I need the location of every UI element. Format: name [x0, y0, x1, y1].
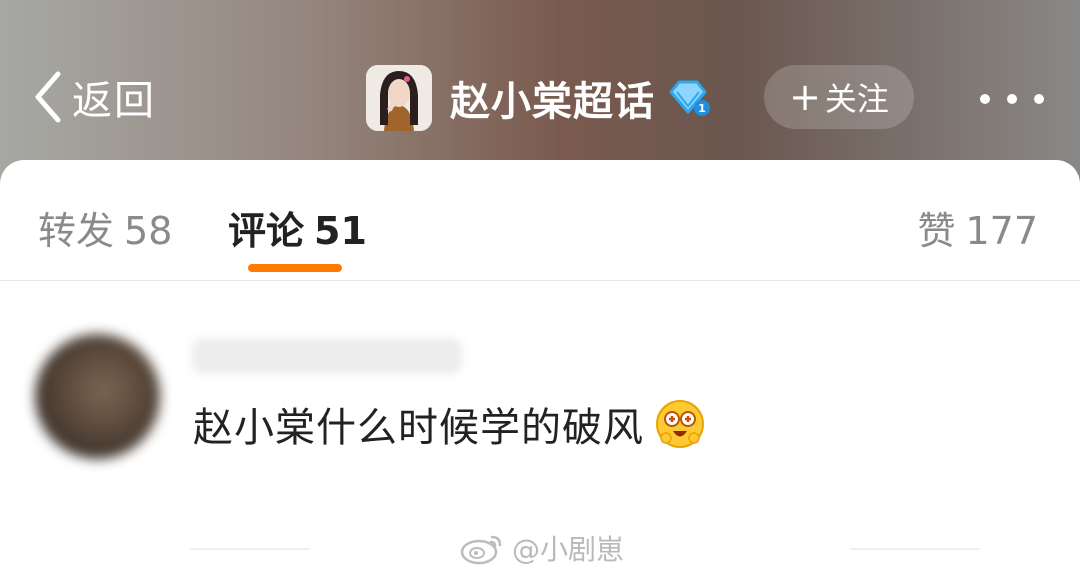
tab-bar: 转发 58 评论 51 赞 177 [0, 160, 1080, 281]
comment-body: 赵小棠什么时候学的破风 [193, 395, 706, 453]
more-dot-icon [980, 94, 990, 104]
watermark: @小剧崽 [458, 526, 624, 570]
diamond-badge-icon: 1 [669, 80, 710, 116]
chevron-left-icon [35, 71, 61, 123]
back-button[interactable]: 返回 [30, 68, 156, 126]
plus-icon: + [789, 75, 821, 119]
content-card: 转发 58 评论 51 赞 177 赵小棠什么时候学的破风 @小剧崽 [0, 160, 1080, 573]
tab-like-count: 177 [965, 209, 1038, 253]
more-dot-icon [1007, 94, 1017, 104]
tab-repost-label: 转发 [38, 209, 115, 253]
weibo-logo-icon [460, 535, 502, 565]
follow-button[interactable]: + 关注 [764, 65, 914, 129]
tab-comment[interactable]: 评论 51 [228, 200, 367, 255]
tab-comment-count: 51 [314, 209, 367, 253]
commenter-name-blurred[interactable] [192, 338, 462, 374]
commenter-avatar[interactable] [35, 334, 160, 459]
back-label: 返回 [72, 78, 156, 124]
active-tab-indicator [248, 264, 342, 272]
topic-header[interactable]: 赵小棠超话 1 [366, 64, 711, 132]
more-button[interactable] [980, 85, 1044, 113]
svg-text:1: 1 [698, 102, 706, 115]
grinning-eyes-emoji-icon [656, 400, 704, 448]
tab-repost[interactable]: 转发 58 [38, 200, 172, 255]
watermark-text: @小剧崽 [512, 533, 625, 566]
divider-line [190, 548, 310, 550]
more-dot-icon [1034, 94, 1044, 104]
tab-like-label: 赞 [917, 209, 956, 253]
topic-avatar[interactable] [366, 65, 432, 131]
tab-like[interactable]: 赞 177 [917, 200, 1038, 255]
tab-comment-label: 评论 [228, 209, 305, 253]
follow-label: 关注 [824, 80, 889, 118]
divider-line [850, 548, 980, 550]
topic-title[interactable]: 赵小棠超话 [450, 69, 655, 127]
tab-repost-count: 58 [124, 209, 173, 253]
comment-text: 赵小棠什么时候学的破风 [193, 405, 644, 451]
